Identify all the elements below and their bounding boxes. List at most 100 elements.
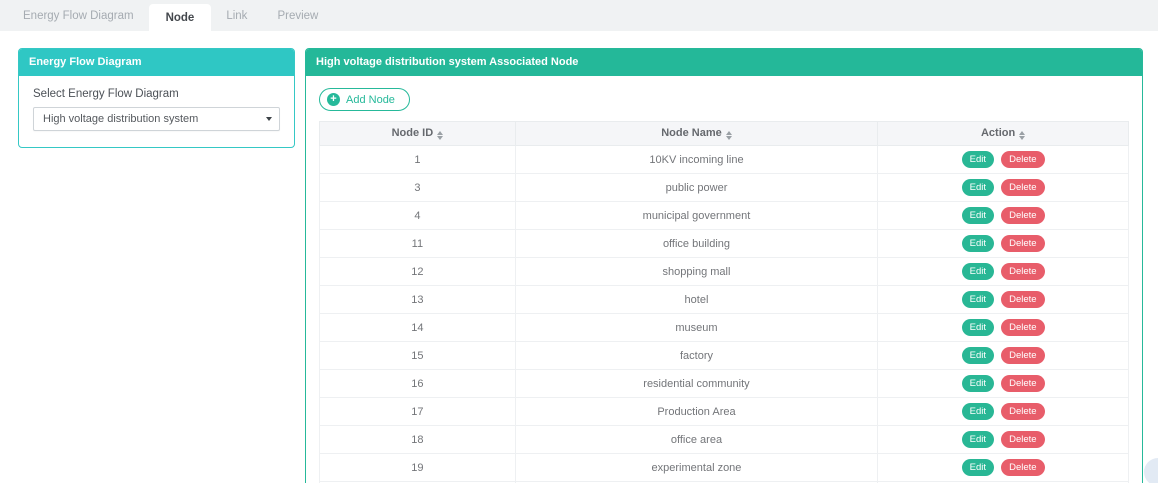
delete-button[interactable]: Delete xyxy=(1001,319,1044,336)
action-cell: Edit Delete xyxy=(878,174,1129,202)
associated-node-panel: High voltage distribution system Associa… xyxy=(305,48,1143,483)
node-id-cell: 4 xyxy=(320,202,516,230)
table-row: 13 hotel Edit Delete xyxy=(320,286,1129,314)
table-row: 17 Production Area Edit Delete xyxy=(320,398,1129,426)
delete-button[interactable]: Delete xyxy=(1001,179,1044,196)
node-id-cell: 12 xyxy=(320,258,516,286)
delete-button[interactable]: Delete xyxy=(1001,375,1044,392)
column-header-action[interactable]: Action xyxy=(878,122,1129,146)
node-name-cell: shopping mall xyxy=(515,258,877,286)
header-row: Node ID Node Name Action xyxy=(320,122,1129,146)
action-cell: Edit Delete xyxy=(878,286,1129,314)
tab-node[interactable]: Node xyxy=(149,4,212,31)
sort-icon xyxy=(726,131,732,140)
edit-button[interactable]: Edit xyxy=(962,347,994,364)
delete-button[interactable]: Delete xyxy=(1001,291,1044,308)
node-id-cell: 17 xyxy=(320,398,516,426)
edit-button[interactable]: Edit xyxy=(962,207,994,224)
node-name-cell: office building xyxy=(515,230,877,258)
sort-icon xyxy=(1019,131,1025,140)
column-header-node-name[interactable]: Node Name xyxy=(515,122,877,146)
edit-button[interactable]: Edit xyxy=(962,291,994,308)
edit-button[interactable]: Edit xyxy=(962,179,994,196)
node-id-cell: 18 xyxy=(320,426,516,454)
node-name-cell: experimental zone xyxy=(515,454,877,482)
node-name-cell: hotel xyxy=(515,286,877,314)
node-id-cell: 16 xyxy=(320,370,516,398)
tab-preview[interactable]: Preview xyxy=(262,0,333,31)
add-node-button-label: Add Node xyxy=(346,94,395,106)
table-row: 18 office area Edit Delete xyxy=(320,426,1129,454)
left-panel-body: Select Energy Flow Diagram High voltage … xyxy=(19,76,294,147)
right-panel-title: High voltage distribution system Associa… xyxy=(306,49,1142,76)
node-name-cell: public power xyxy=(515,174,877,202)
node-name-cell: museum xyxy=(515,314,877,342)
column-header-label: Node Name xyxy=(661,127,722,139)
table-row: 15 factory Edit Delete xyxy=(320,342,1129,370)
delete-button[interactable]: Delete xyxy=(1001,235,1044,252)
action-cell: Edit Delete xyxy=(878,230,1129,258)
left-panel-title: Energy Flow Diagram xyxy=(19,49,294,76)
app-window: Energy Flow Diagram Node Link Preview En… xyxy=(0,0,1158,483)
node-name-cell: residential community xyxy=(515,370,877,398)
table-row: 16 residential community Edit Delete xyxy=(320,370,1129,398)
node-name-cell: 10KV incoming line xyxy=(515,146,877,174)
right-panel-body: + Add Node Node ID Node Name xyxy=(306,76,1142,483)
edit-button[interactable]: Edit xyxy=(962,459,994,476)
action-cell: Edit Delete xyxy=(878,342,1129,370)
energy-flow-diagram-panel: Energy Flow Diagram Select Energy Flow D… xyxy=(18,48,295,148)
action-cell: Edit Delete xyxy=(878,370,1129,398)
delete-button[interactable]: Delete xyxy=(1001,263,1044,280)
edit-button[interactable]: Edit xyxy=(962,235,994,252)
action-cell: Edit Delete xyxy=(878,426,1129,454)
column-header-node-id[interactable]: Node ID xyxy=(320,122,516,146)
tab-link[interactable]: Link xyxy=(211,0,262,31)
table-row: 4 municipal government Edit Delete xyxy=(320,202,1129,230)
delete-button[interactable]: Delete xyxy=(1001,207,1044,224)
edit-button[interactable]: Edit xyxy=(962,375,994,392)
node-id-cell: 19 xyxy=(320,454,516,482)
node-id-cell: 11 xyxy=(320,230,516,258)
node-id-cell: 13 xyxy=(320,286,516,314)
edit-button[interactable]: Edit xyxy=(962,263,994,280)
edit-button[interactable]: Edit xyxy=(962,151,994,168)
tab-energy-flow-diagram[interactable]: Energy Flow Diagram xyxy=(8,0,149,31)
delete-button[interactable]: Delete xyxy=(1001,459,1044,476)
delete-button[interactable]: Delete xyxy=(1001,431,1044,448)
sort-icon xyxy=(437,131,443,140)
diagram-select-label: Select Energy Flow Diagram xyxy=(33,88,280,100)
node-id-cell: 1 xyxy=(320,146,516,174)
edit-button[interactable]: Edit xyxy=(962,431,994,448)
table-row: 12 shopping mall Edit Delete xyxy=(320,258,1129,286)
table-row: 19 experimental zone Edit Delete xyxy=(320,454,1129,482)
column-header-label: Action xyxy=(981,127,1015,139)
table-row: 11 office building Edit Delete xyxy=(320,230,1129,258)
table-row: 1 10KV incoming line Edit Delete xyxy=(320,146,1129,174)
node-name-cell: Production Area xyxy=(515,398,877,426)
table-row: 14 museum Edit Delete xyxy=(320,314,1129,342)
node-table-head: Node ID Node Name Action xyxy=(320,122,1129,146)
add-node-button[interactable]: + Add Node xyxy=(319,88,410,111)
delete-button[interactable]: Delete xyxy=(1001,403,1044,420)
plus-circle-icon: + xyxy=(327,93,340,106)
column-header-label: Node ID xyxy=(392,127,434,139)
delete-button[interactable]: Delete xyxy=(1001,347,1044,364)
node-name-cell: municipal government xyxy=(515,202,877,230)
action-cell: Edit Delete xyxy=(878,146,1129,174)
node-name-cell: factory xyxy=(515,342,877,370)
node-name-cell: office area xyxy=(515,426,877,454)
action-cell: Edit Delete xyxy=(878,454,1129,482)
edit-button[interactable]: Edit xyxy=(962,319,994,336)
node-id-cell: 3 xyxy=(320,174,516,202)
delete-button[interactable]: Delete xyxy=(1001,151,1044,168)
node-table: Node ID Node Name Action 1 xyxy=(319,121,1129,483)
node-id-cell: 14 xyxy=(320,314,516,342)
action-cell: Edit Delete xyxy=(878,258,1129,286)
edit-button[interactable]: Edit xyxy=(962,403,994,420)
action-cell: Edit Delete xyxy=(878,202,1129,230)
diagram-select[interactable]: High voltage distribution system xyxy=(33,107,280,131)
table-row: 3 public power Edit Delete xyxy=(320,174,1129,202)
chevron-down-icon xyxy=(266,117,272,121)
top-tab-bar: Energy Flow Diagram Node Link Preview xyxy=(0,0,1158,31)
floating-scroll-widget[interactable] xyxy=(1144,458,1158,483)
